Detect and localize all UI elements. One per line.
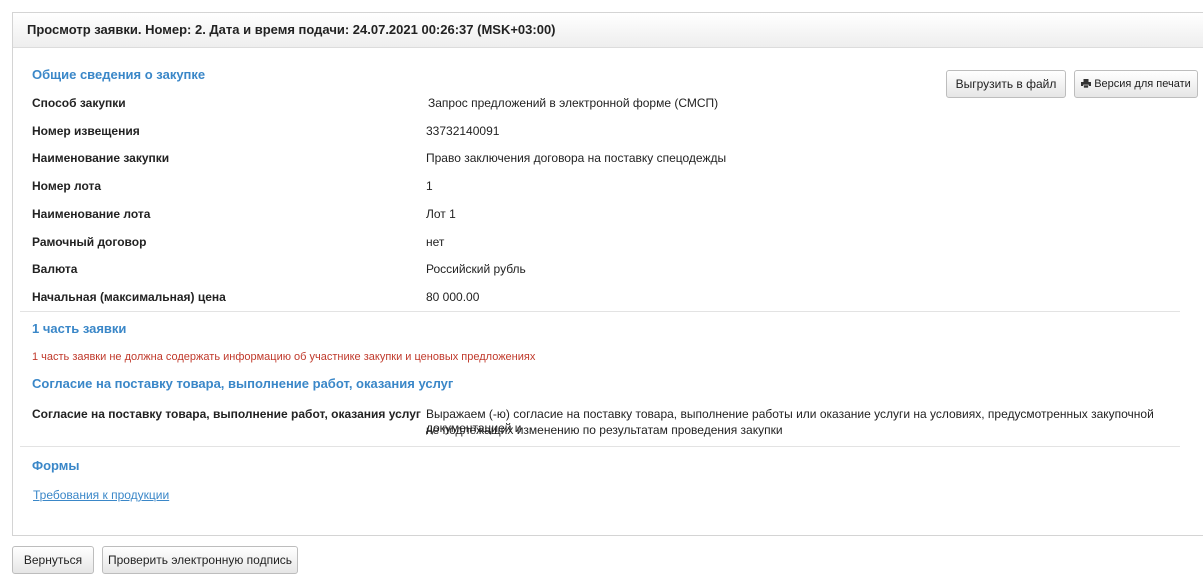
info-row-label: Номер лота: [32, 179, 102, 193]
back-button[interactable]: Вернуться: [12, 546, 94, 574]
forms-section-title: Формы: [32, 458, 80, 473]
page-title: Просмотр заявки. Номер: 2. Дата и время …: [13, 13, 1203, 48]
info-row-value: Право заключения договора на поставку сп…: [426, 151, 727, 165]
product-requirements-link[interactable]: Требования к продукции: [33, 488, 169, 502]
info-row-value: Запрос предложений в электронной форме (…: [428, 96, 719, 110]
consent-value-line2: не подлежащих изменению по результатам п…: [426, 423, 783, 437]
printer-icon: [1081, 79, 1092, 88]
info-row-value: нет: [426, 235, 445, 249]
info-row-label: Валюта: [32, 262, 78, 276]
info-row-label: Способ закупки: [32, 96, 126, 110]
info-row-label: Наименование закупки: [32, 151, 170, 165]
info-row-label: Наименование лота: [32, 207, 151, 221]
divider: [20, 311, 1180, 312]
consent-section-title: Согласие на поставку товара, выполнение …: [32, 376, 454, 391]
part1-section-title: 1 часть заявки: [32, 321, 127, 336]
consent-label: Согласие на поставку товара, выполнение …: [32, 407, 421, 421]
print-version-label: Версия для печати: [1094, 78, 1191, 90]
export-to-file-button[interactable]: Выгрузить в файл: [946, 70, 1066, 98]
print-version-button[interactable]: Версия для печати: [1074, 70, 1198, 98]
info-row-label: Рамочный договор: [32, 235, 147, 249]
info-row-value: Российский рубль: [426, 262, 526, 276]
info-row-label: Номер извещения: [32, 124, 140, 138]
part1-warning: 1 часть заявки не должна содержать инфор…: [32, 351, 536, 363]
info-row-value: 1: [426, 179, 433, 193]
info-row-value: 80 000.00: [426, 290, 480, 304]
divider: [20, 446, 1180, 447]
info-row-label: Начальная (максимальная) цена: [32, 290, 226, 304]
verify-signature-button[interactable]: Проверить электронную подпись: [102, 546, 298, 574]
general-section-title: Общие сведения о закупке: [32, 67, 206, 82]
info-row-value: 33732140091: [426, 124, 500, 138]
info-row-value: Лот 1: [426, 207, 456, 221]
